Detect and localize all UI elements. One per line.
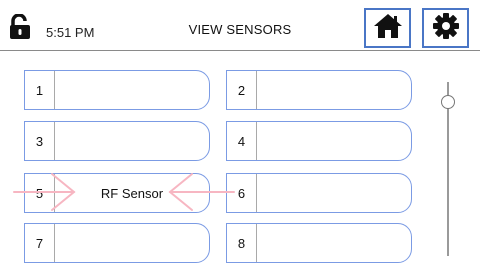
slot-number: 2 bbox=[227, 71, 257, 109]
slot-sensor-name bbox=[257, 122, 411, 160]
settings-button[interactable] bbox=[422, 8, 469, 48]
slot-number: 6 bbox=[227, 174, 257, 212]
slot-number: 3 bbox=[25, 122, 55, 160]
clock-time: 5:51 PM bbox=[46, 25, 95, 40]
sensor-slot-8[interactable]: 8 bbox=[226, 223, 412, 263]
sensor-slot-1[interactable]: 1 bbox=[24, 70, 210, 110]
sensor-slot-3[interactable]: 3 bbox=[24, 121, 210, 161]
unlocked-padlock-icon[interactable] bbox=[8, 13, 34, 40]
view-sensors-screen: 5:51 PM VIEW SENSORS 1 2 3 4 5 RF Sensor… bbox=[0, 0, 480, 272]
slot-sensor-name bbox=[55, 122, 209, 160]
gear-icon bbox=[432, 12, 460, 45]
sensor-slot-4[interactable]: 4 bbox=[226, 121, 412, 161]
slot-number: 8 bbox=[227, 224, 257, 262]
slot-sensor-name bbox=[55, 71, 209, 109]
slot-sensor-name bbox=[257, 224, 411, 262]
page-title: VIEW SENSORS bbox=[188, 22, 292, 37]
slot-sensor-name bbox=[55, 224, 209, 262]
home-icon bbox=[373, 12, 403, 45]
sensor-slot-2[interactable]: 2 bbox=[226, 70, 412, 110]
slot-number: 7 bbox=[25, 224, 55, 262]
slot-sensor-name: RF Sensor bbox=[100, 185, 164, 201]
sensor-slot-7[interactable]: 7 bbox=[24, 223, 210, 263]
scrollbar-thumb[interactable] bbox=[441, 95, 455, 109]
slot-sensor-name bbox=[257, 71, 411, 109]
slot-number: 4 bbox=[227, 122, 257, 160]
header-bar: 5:51 PM VIEW SENSORS bbox=[0, 0, 480, 51]
slot-number: 1 bbox=[25, 71, 55, 109]
slot-number: 5 bbox=[25, 174, 55, 212]
sensor-slot-5[interactable]: 5 RF Sensor bbox=[24, 173, 210, 213]
home-button[interactable] bbox=[364, 8, 411, 48]
sensor-slot-6[interactable]: 6 bbox=[226, 173, 412, 213]
slot-sensor-name bbox=[257, 174, 411, 212]
